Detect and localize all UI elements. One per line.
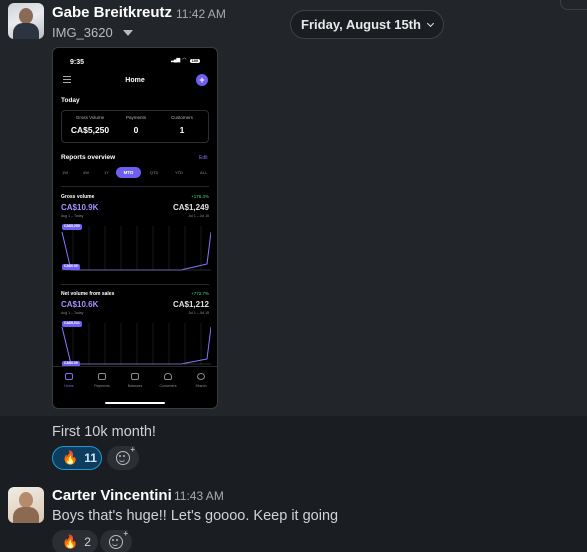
tab-balances: Balances [119, 373, 151, 388]
divider [61, 186, 209, 187]
home-indicator [105, 402, 165, 404]
net-volume-compare: CA$1,212 [172, 300, 209, 309]
net-volume-line [61, 326, 211, 365]
date-label: Friday, August 15th [301, 17, 421, 32]
kpi-label: Gross Volume [75, 115, 105, 120]
avatar-body [13, 23, 39, 39]
edit-link: Edit [199, 155, 208, 161]
chart-tooltip: CA$5,250 [62, 224, 82, 230]
tab-label: Home [64, 384, 74, 388]
add-reaction-button[interactable]: + [107, 446, 139, 470]
tab-customers: Customers [152, 373, 184, 388]
avatar-body [13, 507, 39, 523]
caret-down-icon [122, 29, 133, 36]
range-tab-active: MTD [116, 167, 141, 178]
message-time[interactable]: 11:42 AM [176, 7, 226, 21]
kpi-value: 0 [133, 125, 139, 135]
author-name[interactable]: Carter Vincentini [52, 487, 172, 504]
today-heading: Today [61, 97, 80, 104]
chart-tooltip: CA$0.00 [62, 264, 80, 270]
avatar[interactable] [8, 487, 44, 523]
attachment-header[interactable]: IMG_3620 [52, 25, 133, 40]
tab-payments: Payments [86, 373, 118, 388]
net-volume-period: Aug 1 – Today [61, 311, 84, 315]
attachment-name: IMG_3620 [52, 25, 113, 40]
home-icon [65, 373, 73, 380]
author-name[interactable]: Gabe Breitkreutz [52, 4, 172, 21]
reaction-count: 11 [84, 451, 97, 465]
avatar-head [19, 8, 33, 24]
reaction-fire[interactable]: 🔥 2 [52, 530, 98, 552]
range-tab: QTD [150, 170, 159, 175]
wallet-icon [98, 373, 106, 380]
status-icons: ▂▄▆ ◠ 100 [171, 57, 201, 63]
reaction-count: 2 [84, 535, 91, 549]
message-time[interactable]: 11:43 AM [174, 489, 224, 503]
date-divider-pill[interactable]: Friday, August 15th [290, 10, 444, 39]
add-emoji-icon: + [109, 530, 128, 549]
kpi-label: Customers [171, 115, 193, 120]
range-tab: ALL [200, 170, 208, 175]
net-volume-chart [61, 323, 211, 365]
avatar-head [19, 492, 33, 508]
range-tab: YTD [175, 170, 183, 175]
net-volume-title: Net volume from sales [61, 291, 115, 297]
net-volume-change: +772.7% [191, 291, 209, 296]
signal-icon: ▂▄▆ [171, 57, 180, 63]
add-emoji-icon: + [116, 446, 135, 465]
reports-heading: Reports overview [61, 154, 116, 161]
tab-label: Search [195, 384, 207, 388]
range-tab: 4W [83, 170, 89, 175]
kpi-label: Payments [125, 115, 146, 120]
kpi-value: CA$5,250 [70, 125, 110, 135]
tab-label: Customers [159, 384, 177, 388]
range-tab: 1Y [104, 170, 109, 175]
gross-volume-title: Gross volume [61, 194, 95, 200]
search-icon [197, 373, 205, 380]
tab-label: Balances [127, 384, 143, 388]
range-tab: 1W [62, 170, 68, 175]
gross-volume-compare: CA$1,249 [172, 203, 209, 212]
balances-icon [131, 373, 139, 380]
chevron-down-icon [426, 19, 434, 27]
plus-icon: + [196, 74, 208, 86]
chart-tooltip: CA$5,031 [62, 321, 82, 327]
scroll-edge [560, 0, 587, 10]
status-time: 9:35 [70, 59, 85, 66]
net-volume-value: CA$10.6K [61, 300, 99, 309]
person-icon [164, 373, 172, 380]
message-text: First 10k month! [52, 424, 156, 440]
wifi-icon: ◠ [182, 57, 187, 63]
fire-icon: 🔥 [62, 450, 79, 465]
tab-label: Payments [94, 384, 110, 388]
net-volume-compare-period: Jul 1 – Jul 15 [188, 311, 209, 315]
kpi-value: 1 [179, 125, 185, 135]
reaction-fire[interactable]: 🔥 11 [52, 446, 102, 470]
chart-gridlines [72, 323, 202, 365]
gross-volume-period: Aug 1 – Today [61, 214, 84, 218]
add-reaction-button[interactable]: + [100, 530, 132, 552]
chart-gridlines [72, 226, 202, 270]
image-attachment[interactable]: 9:35 ▂▄▆ ◠ 100 Home + Today Gross Volume… [52, 47, 218, 409]
tab-home: Home [53, 373, 85, 388]
battery-icon: 100 [189, 57, 201, 63]
avatar[interactable] [8, 3, 44, 39]
gross-volume-line [61, 231, 211, 271]
phone-page-title: Home [125, 77, 145, 84]
gross-volume-chart [61, 226, 211, 271]
gross-volume-compare-period: Jul 1 – Jul 15 [188, 214, 209, 218]
tab-search: Search [185, 373, 217, 388]
message-text: Boys that's huge!! Let's goooo. Keep it … [52, 508, 339, 524]
gross-volume-change: +176.3% [191, 194, 209, 199]
today-card: Gross Volume CA$5,250 Payments 0 Custome… [61, 110, 209, 143]
gross-volume-value: CA$10.9K [61, 203, 99, 212]
divider [61, 284, 209, 285]
fire-icon: 🔥 [62, 534, 79, 549]
